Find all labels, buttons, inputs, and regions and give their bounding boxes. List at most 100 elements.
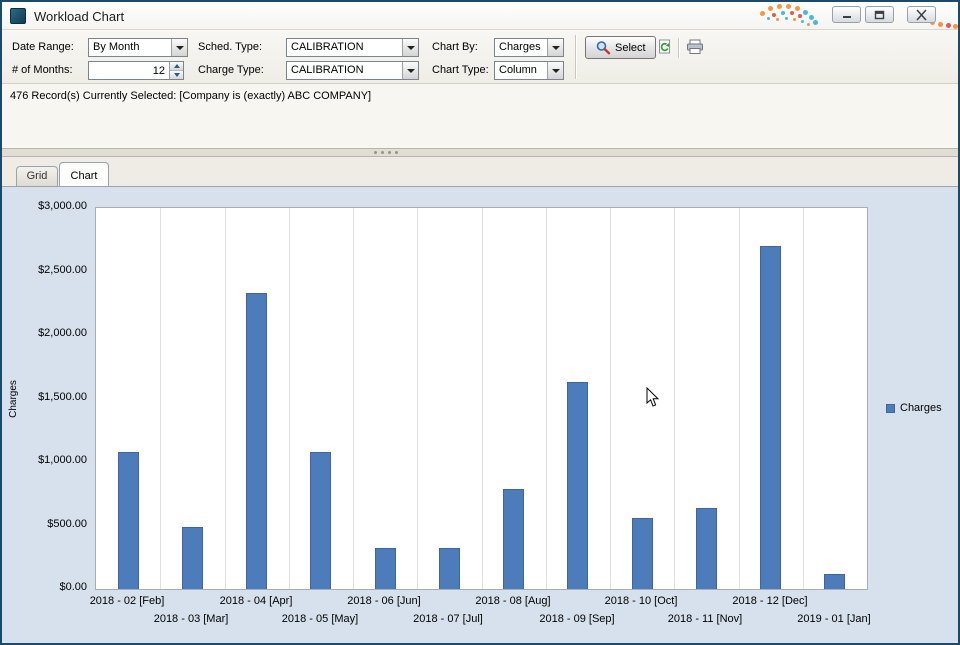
chart-type-label: Chart Type: bbox=[432, 64, 489, 76]
x-tick-label: 2019 - 01 [Jan] bbox=[797, 613, 871, 625]
x-tick-label: 2018 - 08 [Aug] bbox=[475, 595, 551, 607]
gridline bbox=[674, 208, 675, 589]
y-axis: $0.00 $500.00 $1,000.00 $1,500.00 $2,000.00 $… bbox=[2, 200, 90, 593]
chart-type-value: Column bbox=[499, 64, 537, 76]
toolbar-separator bbox=[575, 35, 576, 79]
x-tick-label: 2018 - 11 [Nov] bbox=[667, 613, 743, 625]
app-icon bbox=[10, 8, 26, 24]
gridline bbox=[546, 208, 547, 589]
y-tick-label: $2,000.00 bbox=[38, 327, 87, 339]
charge-type-combo[interactable]: CALIBRATION bbox=[286, 61, 419, 80]
bar-2018 - 05 [May] bbox=[310, 452, 331, 589]
bar-2018 - 09 [Sep] bbox=[567, 382, 588, 589]
watermark-logo bbox=[2, 2, 958, 29]
search-icon bbox=[596, 41, 611, 55]
status-area: 476 Record(s) Currently Selected: [Compa… bbox=[2, 84, 958, 148]
x-tick-label: 2018 - 09 [Sep] bbox=[539, 613, 615, 625]
selection-status-text: 476 Record(s) Currently Selected: [Compa… bbox=[10, 90, 372, 102]
chart-by-value: Charges bbox=[499, 41, 541, 53]
gridline bbox=[482, 208, 483, 589]
x-tick-label: 2018 - 12 [Dec] bbox=[732, 595, 808, 607]
tab-grid-label: Grid bbox=[26, 170, 48, 182]
gridline bbox=[417, 208, 418, 589]
splitter[interactable] bbox=[2, 148, 958, 157]
date-range-combo[interactable]: By Month bbox=[88, 38, 188, 57]
legend-label-charges: Charges bbox=[900, 402, 942, 414]
select-button-label: Select bbox=[615, 41, 646, 54]
bar-2018 - 06 [Jun] bbox=[375, 548, 396, 589]
gridline bbox=[739, 208, 740, 589]
bar-2018 - 12 [Dec] bbox=[760, 246, 781, 589]
bar-2018 - 04 [Apr] bbox=[246, 293, 267, 589]
close-icon bbox=[916, 8, 927, 21]
bar-2018 - 08 [Aug] bbox=[503, 489, 524, 589]
bar-2018 - 03 [Mar] bbox=[182, 527, 203, 589]
chart-by-label: Chart By: bbox=[432, 41, 478, 53]
chevron-down-icon[interactable] bbox=[402, 62, 418, 79]
x-axis: 2018 - 02 [Feb] 2018 - 03 [Mar] 2018 - 04 … bbox=[90, 593, 871, 633]
close-button[interactable] bbox=[907, 6, 936, 23]
title-bar: Workload Chart bbox=[2, 2, 958, 30]
window-title: Workload Chart bbox=[34, 9, 125, 24]
chart-type-combo[interactable]: Column bbox=[494, 61, 564, 80]
maximize-button[interactable] bbox=[865, 6, 894, 23]
splitter-grip-icon bbox=[374, 151, 408, 155]
chevron-down-icon[interactable] bbox=[171, 39, 187, 56]
num-months-stepper[interactable] bbox=[88, 61, 184, 80]
minimize-icon bbox=[842, 16, 851, 18]
refresh-button[interactable] bbox=[654, 37, 676, 57]
legend-swatch-charges bbox=[886, 403, 895, 413]
gridline bbox=[353, 208, 354, 589]
date-range-label: Date Range: bbox=[12, 41, 74, 53]
toolbar: Date Range: By Month Sched. Type: CALIBR… bbox=[2, 30, 958, 84]
chevron-down-icon[interactable] bbox=[547, 39, 563, 56]
bar-2018 - 07 [Jul] bbox=[439, 548, 460, 589]
num-months-input[interactable] bbox=[89, 62, 169, 79]
x-tick-label: 2018 - 07 [Jul] bbox=[413, 613, 483, 625]
chevron-down-icon[interactable] bbox=[402, 39, 418, 56]
bar-2018 - 10 [Oct] bbox=[632, 518, 653, 589]
maximize-icon bbox=[874, 10, 885, 19]
y-tick-label: $3,000.00 bbox=[38, 200, 87, 212]
date-range-value: By Month bbox=[93, 41, 140, 53]
x-tick-label: 2018 - 10 [Oct] bbox=[604, 595, 678, 607]
chart-by-combo[interactable]: Charges bbox=[494, 38, 564, 57]
spin-down-button[interactable] bbox=[170, 70, 183, 79]
minimize-button[interactable] bbox=[832, 6, 861, 23]
x-tick-label: 2018 - 02 [Feb] bbox=[89, 595, 165, 607]
y-tick-label: $1,000.00 bbox=[38, 454, 87, 466]
y-tick-label: $500.00 bbox=[47, 518, 87, 530]
charge-type-value: CALIBRATION bbox=[291, 64, 364, 76]
refresh-icon bbox=[659, 39, 670, 54]
x-tick-label: 2018 - 03 [Mar] bbox=[153, 613, 229, 625]
plot-area bbox=[95, 207, 868, 590]
gridline bbox=[803, 208, 804, 589]
chart-panel: Charges $0.00 $500.00 $1,000.00 $1,500.00 $2… bbox=[2, 187, 958, 643]
y-tick-label: $1,500.00 bbox=[38, 391, 87, 403]
charge-type-label: Charge Type: bbox=[198, 64, 264, 76]
gridline bbox=[610, 208, 611, 589]
y-tick-label: $2,500.00 bbox=[38, 264, 87, 276]
tab-chart-label: Chart bbox=[70, 170, 98, 182]
print-button[interactable] bbox=[684, 37, 706, 57]
printer-icon bbox=[687, 39, 703, 54]
y-tick-label: $0.00 bbox=[59, 581, 87, 593]
tab-strip: Grid Chart bbox=[2, 157, 958, 187]
gridline bbox=[160, 208, 161, 589]
chevron-down-icon[interactable] bbox=[547, 62, 563, 79]
x-tick-label: 2018 - 05 [May] bbox=[281, 613, 359, 625]
spin-up-button[interactable] bbox=[170, 62, 183, 70]
sched-type-combo[interactable]: CALIBRATION bbox=[286, 38, 419, 57]
bar-2019 - 01 [Jan] bbox=[824, 574, 845, 589]
sched-type-label: Sched. Type: bbox=[198, 41, 263, 53]
gridline bbox=[289, 208, 290, 589]
num-months-label: # of Months: bbox=[12, 64, 73, 76]
bar-2018 - 02 [Feb] bbox=[118, 452, 139, 589]
x-tick-label: 2018 - 06 [Jun] bbox=[347, 595, 421, 607]
select-button[interactable]: Select bbox=[585, 36, 656, 59]
workload-chart-window: Workload Chart Date Range: By Month Sche… bbox=[0, 0, 960, 645]
sched-type-value: CALIBRATION bbox=[291, 41, 364, 53]
tab-grid[interactable]: Grid bbox=[16, 166, 58, 186]
gridline bbox=[225, 208, 226, 589]
tab-chart[interactable]: Chart bbox=[59, 162, 109, 186]
